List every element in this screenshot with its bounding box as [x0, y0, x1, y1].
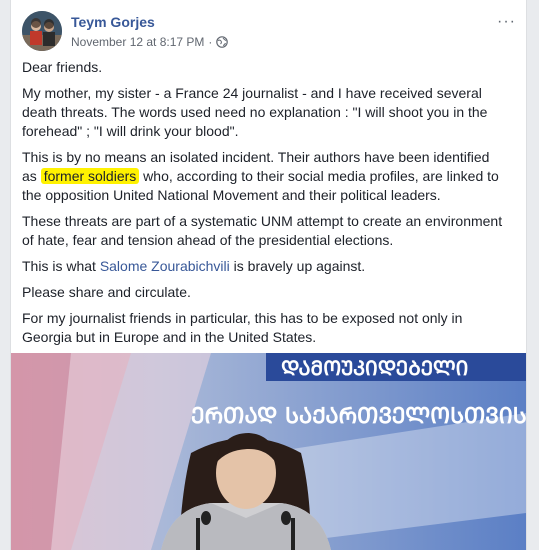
meta-separator: · — [208, 35, 213, 49]
post-header: Teym Gorjes November 12 at 8:17 PM · ··· — [22, 11, 515, 53]
post-card: Teym Gorjes November 12 at 8:17 PM · ···… — [10, 0, 527, 550]
post-body: Dear friends. My mother, my sister - a F… — [22, 58, 507, 354]
paragraph-share: Please share and circulate. — [22, 284, 191, 300]
post-photo[interactable]: ᲓᲐᲛᲝᲣᲙᲘᲓᲔᲑᲔᲚᲘ ᲔᲠᲗᲐᲓ ᲡᲐᲥᲐᲠᲗᲕᲔᲚᲝᲡᲗᲕᲘᲡ — [11, 353, 526, 550]
banner-top-text: ᲓᲐᲛᲝᲣᲙᲘᲓᲔᲑᲔᲚᲘ — [281, 356, 468, 380]
avatar[interactable] — [22, 11, 62, 51]
paragraph-systematic: These threats are part of a systematic U… — [22, 213, 503, 248]
globe-icon[interactable] — [216, 36, 229, 48]
paragraph-bravely-text-1: This is what — [22, 258, 100, 274]
post-timestamp[interactable]: November 12 at 8:17 PM — [71, 35, 204, 49]
avatar-image — [22, 11, 62, 51]
paragraph-bravely: This is what Salome Zourabichvili is bra… — [22, 257, 507, 276]
post-meta: November 12 at 8:17 PM · — [71, 35, 229, 49]
author-name[interactable]: Teym Gorjes — [71, 14, 155, 30]
paragraph-bravely-text-2: is bravely up against. — [229, 258, 366, 274]
paragraph-journalists: For my journalist friends in particular,… — [22, 310, 463, 345]
banner-text: ᲔᲠᲗᲐᲓ ᲡᲐᲥᲐᲠᲗᲕᲔᲚᲝᲡᲗᲕᲘᲡ — [191, 404, 526, 429]
paragraph-authors: This is by no means an isolated incident… — [22, 148, 507, 205]
mention-link[interactable]: Salome Zourabichvili — [100, 258, 230, 274]
paragraph-greeting: Dear friends. — [22, 59, 103, 75]
photo-image: ᲓᲐᲛᲝᲣᲙᲘᲓᲔᲑᲔᲚᲘ ᲔᲠᲗᲐᲓ ᲡᲐᲥᲐᲠᲗᲕᲔᲚᲝᲡᲗᲕᲘᲡ — [11, 353, 526, 550]
highlighted-phrase: former soldiers — [40, 168, 140, 184]
more-options-button[interactable]: ··· — [497, 13, 516, 31]
paragraph-threats: My mother, my sister - a France 24 journ… — [22, 85, 488, 139]
